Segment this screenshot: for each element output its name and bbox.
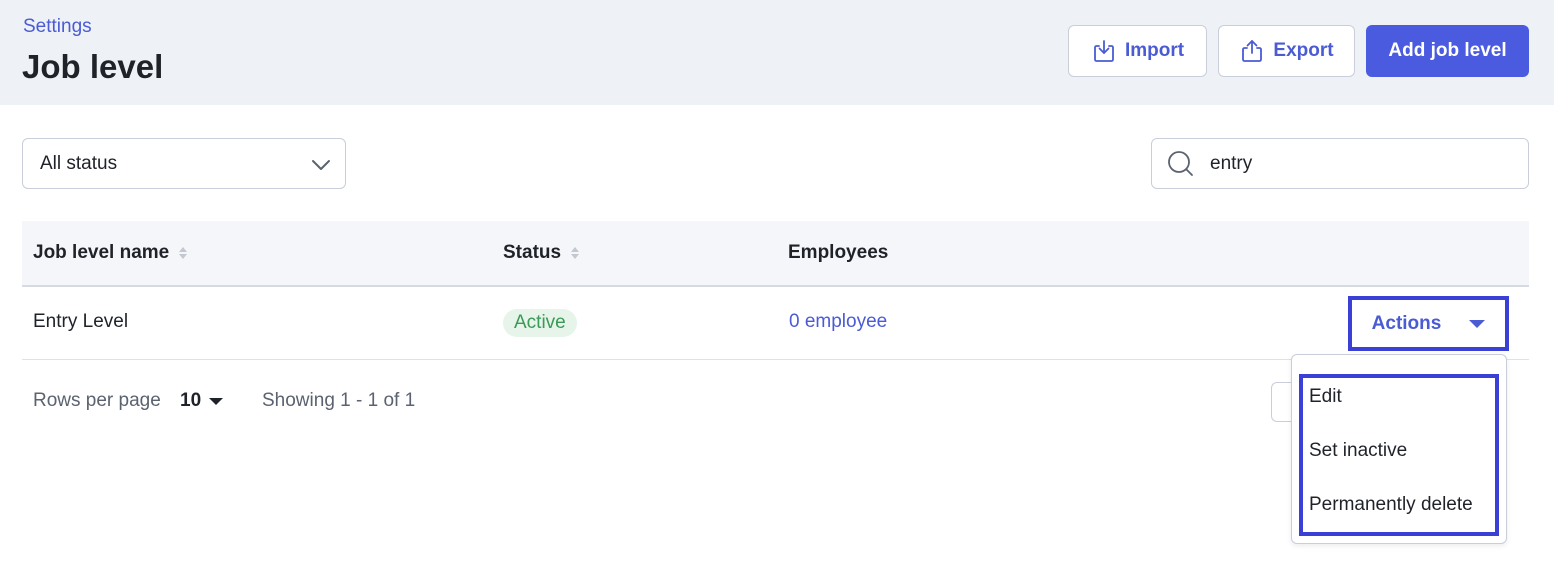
chevron-down-icon (312, 160, 330, 170)
sort-icon[interactable] (179, 247, 188, 259)
pagination-summary: Showing 1 - 1 of 1 (262, 390, 416, 411)
search-icon (1168, 151, 1193, 176)
search-input[interactable] (1210, 149, 1510, 179)
menu-item-edit[interactable]: Edit (1309, 386, 1342, 408)
menu-item-set-inactive[interactable]: Set inactive (1309, 440, 1407, 462)
column-header-job-level-name[interactable]: Job level name (33, 242, 188, 264)
table-header: Job level name Status Employees (22, 221, 1529, 287)
job-level-name-cell: Entry Level (33, 311, 129, 332)
download-icon (1094, 40, 1114, 62)
page-title: Job level (22, 48, 164, 85)
export-button[interactable]: Export (1218, 25, 1355, 77)
breadcrumb-settings[interactable]: Settings (23, 16, 92, 38)
actions-dropdown-button[interactable]: Actions (1348, 296, 1509, 351)
menu-item-permanently-delete[interactable]: Permanently delete (1309, 494, 1473, 516)
status-filter-select[interactable]: All status (22, 138, 346, 189)
page-header: Settings Job level Import Export Add job… (0, 0, 1554, 105)
actions-menu-highlight: Edit Set inactive Permanently delete (1299, 374, 1499, 536)
column-label: Status (503, 242, 562, 263)
import-button[interactable]: Import (1068, 25, 1207, 77)
rows-per-page-value: 10 (180, 390, 202, 411)
column-header-employees: Employees (788, 242, 888, 264)
export-label: Export (1273, 40, 1334, 61)
rows-per-page-select[interactable]: 10 (180, 390, 224, 412)
status-badge: Active (503, 309, 577, 337)
actions-menu: Edit Set inactive Permanently delete (1291, 354, 1507, 544)
caret-down-icon (209, 397, 224, 405)
column-header-status[interactable]: Status (503, 242, 580, 264)
sort-icon[interactable] (571, 247, 580, 259)
table-row: Entry Level Active 0 employee (22, 288, 1529, 360)
actions-label: Actions (1371, 312, 1442, 334)
status-filter-value: All status (40, 152, 118, 174)
employee-count-link[interactable]: 0 employee (789, 311, 887, 333)
import-label: Import (1124, 40, 1185, 61)
upload-icon (1242, 40, 1263, 62)
caret-down-icon (1469, 319, 1486, 328)
search-box[interactable] (1151, 138, 1529, 189)
add-job-level-button[interactable]: Add job level (1366, 25, 1529, 77)
column-label: Job level name (33, 242, 170, 263)
column-label: Employees (788, 242, 889, 263)
rows-per-page-label: Rows per page (33, 390, 161, 411)
